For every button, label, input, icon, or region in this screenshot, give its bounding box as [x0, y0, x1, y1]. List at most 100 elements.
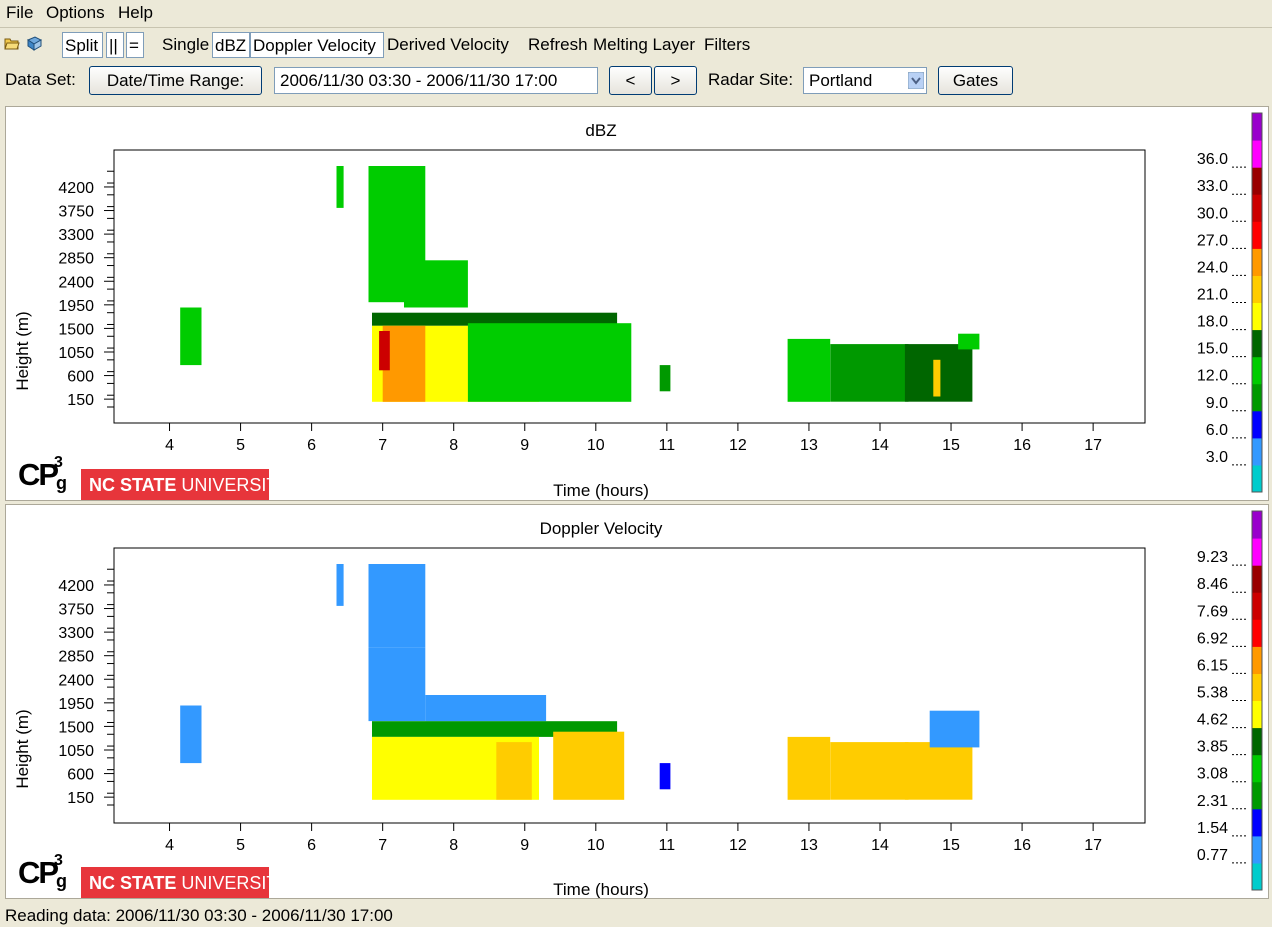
colorbar-swatch: [1252, 862, 1262, 891]
x-tick-label: 14: [871, 437, 889, 454]
ncsu-logo: NC STATE UNIVERSITY: [81, 867, 289, 898]
data-region: [180, 705, 202, 764]
radar-site-value: Portland: [809, 71, 873, 90]
side-by-side-button[interactable]: ||: [106, 32, 124, 58]
gates-button[interactable]: Gates: [938, 66, 1013, 95]
colorbar-swatch: [1252, 592, 1262, 620]
colorbar-tick-label: 15.0: [1197, 341, 1228, 358]
chart-title: dBZ: [585, 121, 616, 140]
colorbar-swatch: [1252, 383, 1262, 412]
filters-button[interactable]: Filters: [702, 32, 752, 58]
svg-text:g: g: [56, 871, 67, 891]
colorbar-swatch: [1252, 511, 1262, 539]
colorbar-swatch: [1252, 329, 1262, 358]
colorbar-tick-label: 3.85: [1197, 739, 1228, 756]
y-tick-label: 600: [67, 369, 94, 386]
colorbar-tick-label: 33.0: [1197, 178, 1228, 195]
colorbar-swatch: [1252, 808, 1262, 837]
x-tick-label: 17: [1084, 837, 1102, 854]
ncsu-logo: NC STATE UNIVERSITY: [81, 469, 289, 500]
svg-text:3: 3: [54, 852, 63, 869]
data-region: [336, 166, 344, 208]
x-tick-label: 14: [871, 837, 889, 854]
y-tick-label: 1950: [58, 298, 94, 315]
colorbar-swatch: [1252, 410, 1262, 439]
dbz-panel: dBZ 150 600 1050 1500 1950 2400 2850 3300 3750 42…: [5, 106, 1269, 501]
radar-site-select[interactable]: Portland: [803, 67, 927, 94]
colorbar-tick-label: 6.0: [1206, 422, 1228, 439]
menu-options[interactable]: Options: [46, 3, 105, 23]
data-region: [368, 647, 426, 722]
colorbar-tick-label: 7.69: [1197, 603, 1228, 620]
colorbar-swatch: [1252, 464, 1262, 493]
x-tick-label: 7: [378, 837, 387, 854]
svg-text:NC STATE UNIVERSITY: NC STATE UNIVERSITY: [89, 475, 289, 495]
toolbar: Split || = Single dBZ Doppler Velocity D…: [0, 28, 1272, 62]
y-tick-label: 1500: [58, 321, 94, 338]
x-tick-label: 8: [449, 437, 458, 454]
y-tick-label: 3300: [58, 625, 94, 642]
data-region: [830, 742, 909, 800]
y-tick-label: 1500: [58, 719, 94, 736]
y-tick-label: 4200: [58, 578, 94, 595]
data-region: [787, 736, 831, 800]
y-tick-label: 2400: [58, 274, 94, 291]
data-region: [659, 365, 671, 392]
colorbar-tick-label: 3.08: [1197, 766, 1228, 783]
x-tick-label: 13: [800, 437, 818, 454]
data-region: [659, 763, 671, 790]
x-tick-label: 12: [729, 437, 747, 454]
menu-bar: File Options Help: [0, 0, 1272, 28]
colorbar-swatch: [1252, 437, 1262, 466]
colorbar-tick-label: 18.0: [1197, 314, 1228, 331]
svg-text:CP: CP: [18, 457, 58, 492]
menu-file[interactable]: File: [6, 3, 33, 23]
colorbar-swatch: [1252, 754, 1262, 783]
svg-text:g: g: [56, 473, 67, 493]
y-tick-label: 3750: [58, 602, 94, 619]
dbz-toggle[interactable]: dBZ: [212, 32, 250, 58]
open-file-icon[interactable]: [4, 35, 20, 51]
x-tick-label: 16: [1013, 837, 1031, 854]
colorbar-swatch: [1252, 221, 1262, 249]
x-tick-label: 8: [449, 837, 458, 854]
doppler-velocity-toggle[interactable]: Doppler Velocity: [250, 32, 384, 58]
refresh-button[interactable]: Refresh: [526, 32, 590, 58]
x-axis-label: Time (hours): [553, 481, 649, 500]
data-region: [368, 564, 426, 648]
data-region: [425, 695, 547, 722]
y-axis-label: Height (m): [13, 311, 32, 390]
prev-button[interactable]: <: [609, 66, 652, 95]
x-tick-label: 17: [1084, 437, 1102, 454]
x-tick-label: 4: [165, 437, 174, 454]
colorbar-tick-label: 0.77: [1197, 847, 1228, 864]
chevron-down-icon[interactable]: [908, 72, 924, 89]
date-time-range-field[interactable]: 2006/11/30 03:30 - 2006/11/30 17:00: [274, 67, 598, 94]
menu-help[interactable]: Help: [118, 3, 153, 23]
x-tick-label: 12: [729, 837, 747, 854]
date-time-range-button[interactable]: Date/Time Range:: [89, 66, 262, 95]
single-button[interactable]: Single: [160, 32, 211, 58]
svg-text:3: 3: [54, 454, 63, 471]
y-tick-label: 4200: [58, 180, 94, 197]
split-button[interactable]: Split: [62, 32, 103, 58]
x-tick-label: 13: [800, 837, 818, 854]
dataset-label: Data Set:: [5, 70, 76, 89]
stacked-button[interactable]: =: [126, 32, 144, 58]
save-icon[interactable]: [26, 35, 42, 51]
melting-layer-button[interactable]: Melting Layer: [591, 32, 697, 58]
data-region: [830, 344, 909, 402]
data-region: [496, 742, 532, 800]
next-button[interactable]: >: [654, 66, 697, 95]
derived-velocity-button[interactable]: Derived Velocity: [385, 32, 511, 58]
colorbar-swatch: [1252, 619, 1262, 647]
colorbar-swatch: [1252, 673, 1262, 701]
x-axis-label: Time (hours): [553, 880, 649, 898]
colorbar-tick-label: 24.0: [1197, 259, 1228, 276]
x-tick-label: 15: [942, 837, 960, 854]
colorbar-tick-label: 21.0: [1197, 287, 1228, 304]
cp3g-logo: CP 3 g: [18, 454, 67, 493]
colorbar-swatch: [1252, 194, 1262, 222]
y-tick-label: 600: [67, 767, 94, 784]
colorbar-tick-label: 9.0: [1206, 395, 1228, 412]
